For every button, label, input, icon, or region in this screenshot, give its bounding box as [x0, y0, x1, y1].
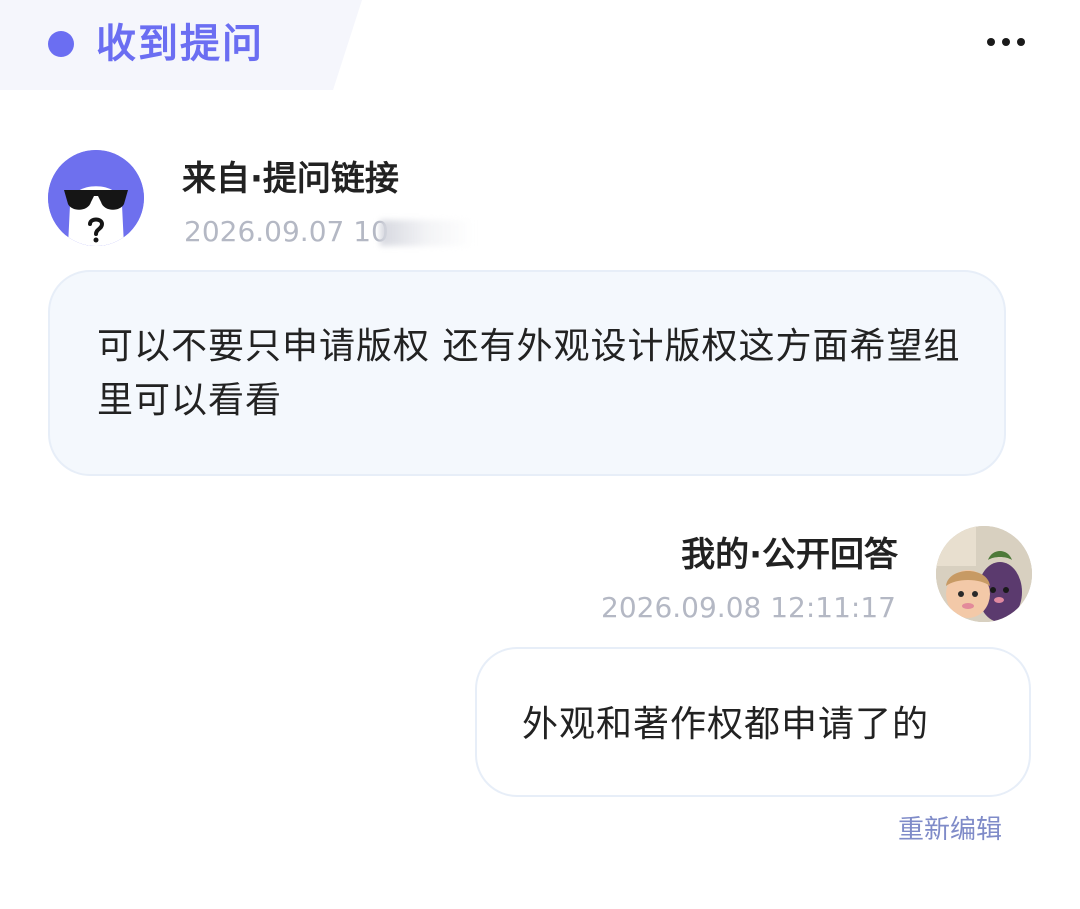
answer-text: 外观和著作权都申请了的	[522, 704, 930, 745]
more-horizontal-icon	[987, 38, 995, 46]
asker-avatar	[48, 150, 144, 246]
more-horizontal-icon	[1002, 38, 1010, 46]
sunglasses-ghost-icon	[48, 150, 144, 246]
eggplant-doll-avatar-icon	[936, 526, 1032, 622]
more-options-button[interactable]	[976, 20, 1036, 64]
page-title: 收到提问	[96, 21, 264, 67]
more-horizontal-icon	[1017, 38, 1025, 46]
answer-label: 我的·公开回答	[681, 535, 898, 575]
question-text: 可以不要只申请版权 还有外观设计版权这方面希望组里可以看看	[97, 326, 961, 421]
timestamp-blur-mask	[380, 220, 474, 246]
question-timestamp: 2026.09.07 10	[184, 215, 389, 248]
answerer-avatar[interactable]	[936, 526, 1032, 622]
header-dot-icon	[48, 31, 74, 57]
asker-name: 来自·提问链接	[182, 159, 399, 199]
reedit-link[interactable]: 重新编辑	[898, 812, 1002, 848]
answer-timestamp: 2026.09.08 12:11:17	[601, 591, 896, 624]
